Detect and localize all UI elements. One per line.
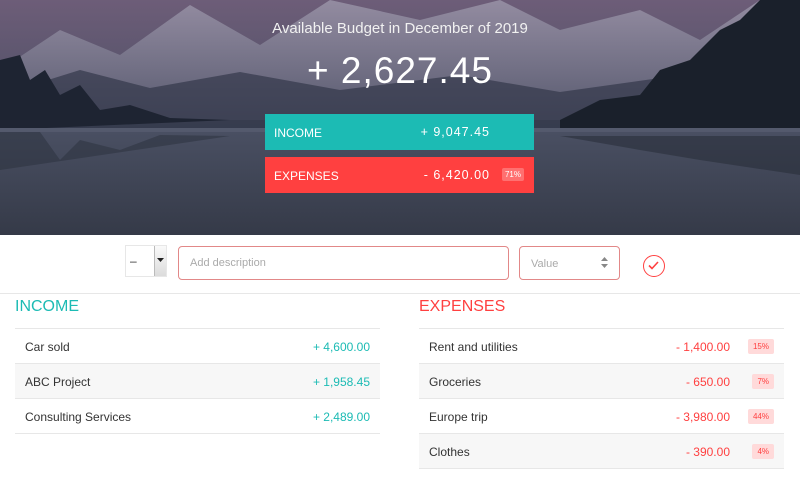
expense-item: Rent and utilities - 1,400.00 15% [419,329,784,364]
available-budget-value: + 2,627.45 [307,50,493,91]
select-arrow-button[interactable] [154,246,166,276]
expenses-percentage-badge: 71% [501,168,524,181]
expense-item: Groceries - 650.00 7% [419,364,784,399]
item-value: + 2,489.00 [312,410,370,424]
expenses-list-title: Expenses [419,298,506,315]
value-input[interactable]: Value [519,246,620,280]
expenses-summary-value: - 6,420.00 [423,168,490,182]
income-list-title: Income [15,298,79,315]
budget-header: Available Budget in December of 2019 + 2… [0,0,800,235]
budget-title: Available Budget in December of 2019 [272,20,528,37]
income-summary-label: Income [274,126,322,140]
item-percentage-badge: 15% [747,339,774,354]
item-value: - 650.00 [685,375,730,389]
number-stepper-icon[interactable] [601,257,608,268]
item-description: Car sold [25,340,70,354]
item-value: + 1,958.45 [312,375,370,389]
income-item: Consulting Services + 2,489.00 [15,399,380,434]
type-select[interactable]: – [125,245,167,277]
item-percentage-badge: 44% [747,409,774,424]
expenses-list: Rent and utilities - 1,400.00 15% Grocer… [419,328,784,469]
expenses-summary: Expenses - 6,420.00 71% [265,157,534,193]
value-placeholder: Value [531,258,559,270]
caret-down-icon [157,258,164,262]
item-description: Clothes [429,445,470,459]
add-button[interactable] [643,255,665,277]
income-summary-value: + 9,047.45 [420,125,490,139]
expenses-summary-label: Expenses [274,169,339,183]
item-description: Europe trip [429,410,488,424]
check-icon [648,261,659,270]
item-value: - 390.00 [685,445,730,459]
income-summary: Income + 9,047.45 [265,114,534,150]
income-item: ABC Project + 1,958.45 [15,364,380,399]
item-description: Groceries [429,375,482,389]
item-value: - 1,400.00 [675,340,730,354]
item-description: Consulting Services [25,410,132,424]
item-description: ABC Project [25,375,91,389]
income-list: Car sold + 4,600.00 ABC Project + 1,958.… [15,328,380,434]
expense-item: Europe trip - 3,980.00 44% [419,399,784,434]
type-select-value: – [130,254,137,268]
item-value: - 3,980.00 [675,410,730,424]
expense-item: Clothes - 390.00 4% [419,434,784,469]
item-percentage-badge: 7% [752,374,774,389]
income-item: Car sold + 4,600.00 [15,329,380,364]
item-description: Rent and utilities [429,340,518,354]
item-value: + 4,600.00 [312,340,370,354]
item-percentage-badge: 4% [752,444,774,459]
add-item-bar: – Value [0,235,800,294]
description-input[interactable] [178,246,509,280]
